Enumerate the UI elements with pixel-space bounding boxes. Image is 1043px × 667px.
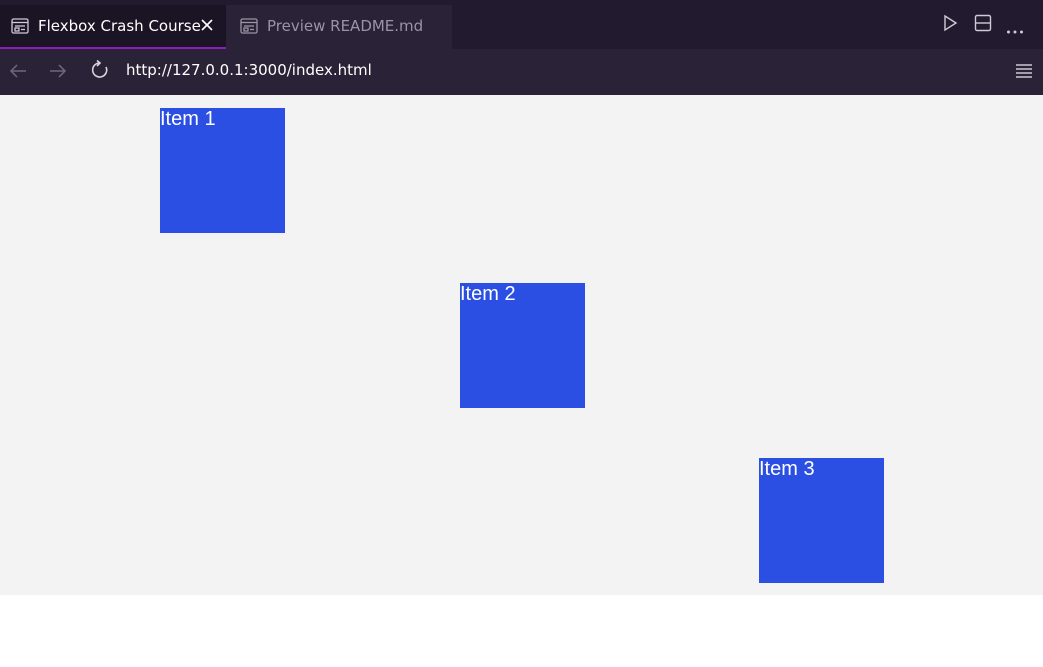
flex-item-3: Item 3	[759, 458, 884, 583]
url-address[interactable]: http://127.0.0.1:3000/index.html	[126, 61, 372, 79]
forward-arrow-icon[interactable]	[48, 61, 68, 85]
menu-icon[interactable]	[1015, 63, 1033, 83]
close-icon[interactable]	[200, 18, 214, 36]
tab-label: Preview README.md	[267, 17, 424, 35]
reload-icon[interactable]	[89, 59, 111, 85]
tab-preview-readme[interactable]: Preview README.md	[226, 5, 452, 49]
preview-icon	[240, 18, 258, 38]
browser-navigation-bar: http://127.0.0.1:3000/index.html	[0, 49, 1043, 95]
flex-item-2: Item 2	[460, 283, 585, 408]
tab-bar: Flexbox Crash Course Preview README.md	[0, 0, 1043, 49]
back-arrow-icon[interactable]	[8, 61, 28, 85]
tab-flexbox-crash-course[interactable]: Flexbox Crash Course	[0, 5, 226, 49]
preview-icon	[11, 18, 29, 38]
run-icon[interactable]	[942, 14, 958, 36]
tab-label: Flexbox Crash Course	[38, 17, 201, 35]
page-viewport: Item 1 Item 2 Item 3	[0, 95, 1043, 595]
flex-item-1: Item 1	[160, 108, 285, 233]
split-editor-icon[interactable]	[974, 14, 992, 36]
more-icon[interactable]	[1006, 20, 1024, 39]
